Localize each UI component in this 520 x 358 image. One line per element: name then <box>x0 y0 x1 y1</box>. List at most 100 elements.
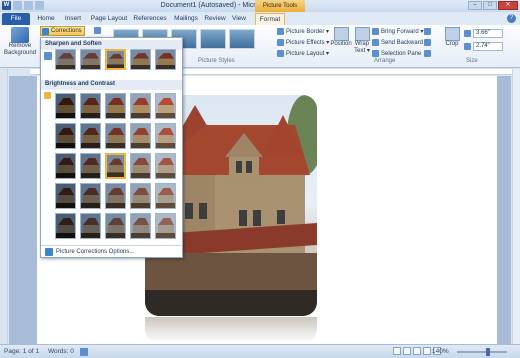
tab-home[interactable]: Home <box>36 13 56 25</box>
minimize-button[interactable]: – <box>468 1 482 10</box>
tab-page-layout[interactable]: Page Layout <box>90 13 128 25</box>
tab-review[interactable]: Review <box>204 13 226 25</box>
picture-layout-button[interactable]: Picture Layout ▾ <box>277 49 329 58</box>
brightness-preset-thumb[interactable] <box>130 153 151 179</box>
sharpen-preset-thumb[interactable] <box>80 49 101 70</box>
selection-pane-button[interactable]: Selection Pane <box>372 49 421 58</box>
tab-insert[interactable]: Insert <box>62 13 84 25</box>
proofing-icon[interactable] <box>80 348 88 356</box>
brightness-preset-thumb[interactable] <box>130 183 151 209</box>
close-button[interactable]: ✕ <box>498 1 518 10</box>
compress-pictures-icon[interactable] <box>92 27 102 37</box>
undo-icon[interactable] <box>24 1 33 10</box>
send-backward-label: Send Backward ▾ <box>381 40 428 46</box>
word-count[interactable]: Words: 0 <box>48 345 74 358</box>
tab-format[interactable]: Format <box>255 13 285 25</box>
brightness-preset-thumb[interactable] <box>80 93 101 119</box>
brightness-preset-thumb[interactable] <box>130 93 151 119</box>
tab-view[interactable]: View <box>230 13 248 25</box>
picture-border-button[interactable]: Picture Border ▾ <box>277 27 329 36</box>
brightness-preset-thumb[interactable] <box>80 183 101 209</box>
picture-layout-label: Picture Layout ▾ <box>286 51 330 57</box>
sharpen-preset-thumb[interactable] <box>105 49 126 70</box>
bring-forward-button[interactable]: Bring Forward ▾ <box>372 27 423 36</box>
brightness-contrast-grid <box>55 93 176 239</box>
tab-references[interactable]: References <box>132 13 168 25</box>
maximize-button[interactable]: □ <box>483 1 497 10</box>
brightness-preset-thumb[interactable] <box>130 213 151 239</box>
rotate-icon[interactable] <box>424 49 431 58</box>
crop-button[interactable]: Crop <box>443 27 461 47</box>
vertical-ruler[interactable] <box>0 69 8 344</box>
brightness-side-icon <box>44 92 51 99</box>
zoom-slider[interactable] <box>457 351 507 353</box>
page-count[interactable]: Page: 1 of 1 <box>4 345 39 358</box>
brightness-preset-thumb[interactable] <box>105 123 126 149</box>
corrections-icon <box>42 28 49 35</box>
brightness-preset-thumb[interactable] <box>105 213 126 239</box>
width-value[interactable]: 2.74" <box>473 42 503 51</box>
send-backward-button[interactable]: Send Backward ▾ <box>372 38 428 47</box>
brightness-preset-thumb[interactable] <box>80 153 101 179</box>
picture-style-thumb[interactable] <box>200 29 226 49</box>
sharpen-preset-thumb[interactable] <box>55 49 76 70</box>
height-value[interactable]: 3.66" <box>473 29 503 38</box>
corrections-button[interactable]: Corrections ▾ <box>40 26 85 42</box>
brightness-preset-thumb[interactable] <box>105 93 126 119</box>
ribbon-tabs: File Home Insert Page Layout References … <box>0 12 520 25</box>
picture-styles-group-label: Picture Styles <box>198 58 235 64</box>
height-spinner[interactable]: 3.66" <box>464 29 503 38</box>
sharpen-soften-heading: Sharpen and Soften <box>45 41 102 47</box>
redo-icon[interactable] <box>35 1 44 10</box>
save-icon[interactable] <box>13 1 22 10</box>
sharpen-preset-thumb[interactable] <box>155 49 176 70</box>
brightness-preset-thumb[interactable] <box>80 123 101 149</box>
brightness-preset-thumb[interactable] <box>55 183 76 209</box>
remove-background-label: Remove Background <box>3 43 37 56</box>
brightness-preset-thumb[interactable] <box>55 153 76 179</box>
tab-mailings[interactable]: Mailings <box>172 13 200 25</box>
picture-layout-icon <box>277 50 284 57</box>
group-icon[interactable] <box>424 38 431 47</box>
status-bar: Page: 1 of 1 Words: 0 140% <box>0 344 520 358</box>
picture-effects-button[interactable]: Picture Effects ▾ <box>277 38 329 47</box>
web-layout-view-icon[interactable] <box>413 347 421 355</box>
tab-file[interactable]: File <box>2 13 30 25</box>
picture-border-icon <box>277 28 284 35</box>
print-layout-view-icon[interactable] <box>393 347 401 355</box>
brightness-preset-thumb[interactable] <box>155 213 176 239</box>
remove-background-button[interactable]: Remove Background <box>3 27 37 57</box>
outline-view-icon[interactable] <box>423 347 431 355</box>
brightness-preset-thumb[interactable] <box>55 93 76 119</box>
zoom-knob[interactable] <box>486 348 490 356</box>
quick-access-toolbar: W <box>2 1 44 10</box>
help-icon[interactable]: ? <box>507 14 516 23</box>
wrap-text-label: Wrap Text ▾ <box>354 41 370 54</box>
brightness-preset-thumb[interactable] <box>130 123 151 149</box>
picture-corrections-options[interactable]: Picture Corrections Options... <box>41 245 182 257</box>
picture-style-thumb[interactable] <box>229 29 255 49</box>
brightness-preset-thumb[interactable] <box>155 183 176 209</box>
brightness-preset-thumb[interactable] <box>155 153 176 179</box>
brightness-preset-thumb[interactable] <box>105 183 126 209</box>
align-icon[interactable] <box>424 27 431 36</box>
brightness-preset-thumb[interactable] <box>155 123 176 149</box>
zoom-level[interactable]: 140% <box>432 345 449 358</box>
word-logo-icon[interactable]: W <box>2 1 11 10</box>
brightness-preset-thumb[interactable] <box>55 213 76 239</box>
vertical-scrollbar[interactable] <box>512 69 520 344</box>
picture-corrections-icon <box>45 247 53 256</box>
selection-pane-label: Selection Pane <box>381 50 422 57</box>
brightness-preset-thumb[interactable] <box>105 153 126 179</box>
brightness-preset-thumb[interactable] <box>155 93 176 119</box>
wrap-text-button[interactable]: Wrap Text ▾ <box>353 27 371 55</box>
width-spinner[interactable]: 2.74" <box>464 42 503 51</box>
position-button[interactable]: Position <box>330 27 352 47</box>
brightness-preset-thumb[interactable] <box>80 213 101 239</box>
sharpen-preset-thumb[interactable] <box>130 49 151 70</box>
sharpen-soften-grid <box>55 49 176 70</box>
full-screen-view-icon[interactable] <box>403 347 411 355</box>
send-backward-icon <box>372 39 379 46</box>
crop-icon <box>444 27 460 41</box>
brightness-preset-thumb[interactable] <box>55 123 76 149</box>
